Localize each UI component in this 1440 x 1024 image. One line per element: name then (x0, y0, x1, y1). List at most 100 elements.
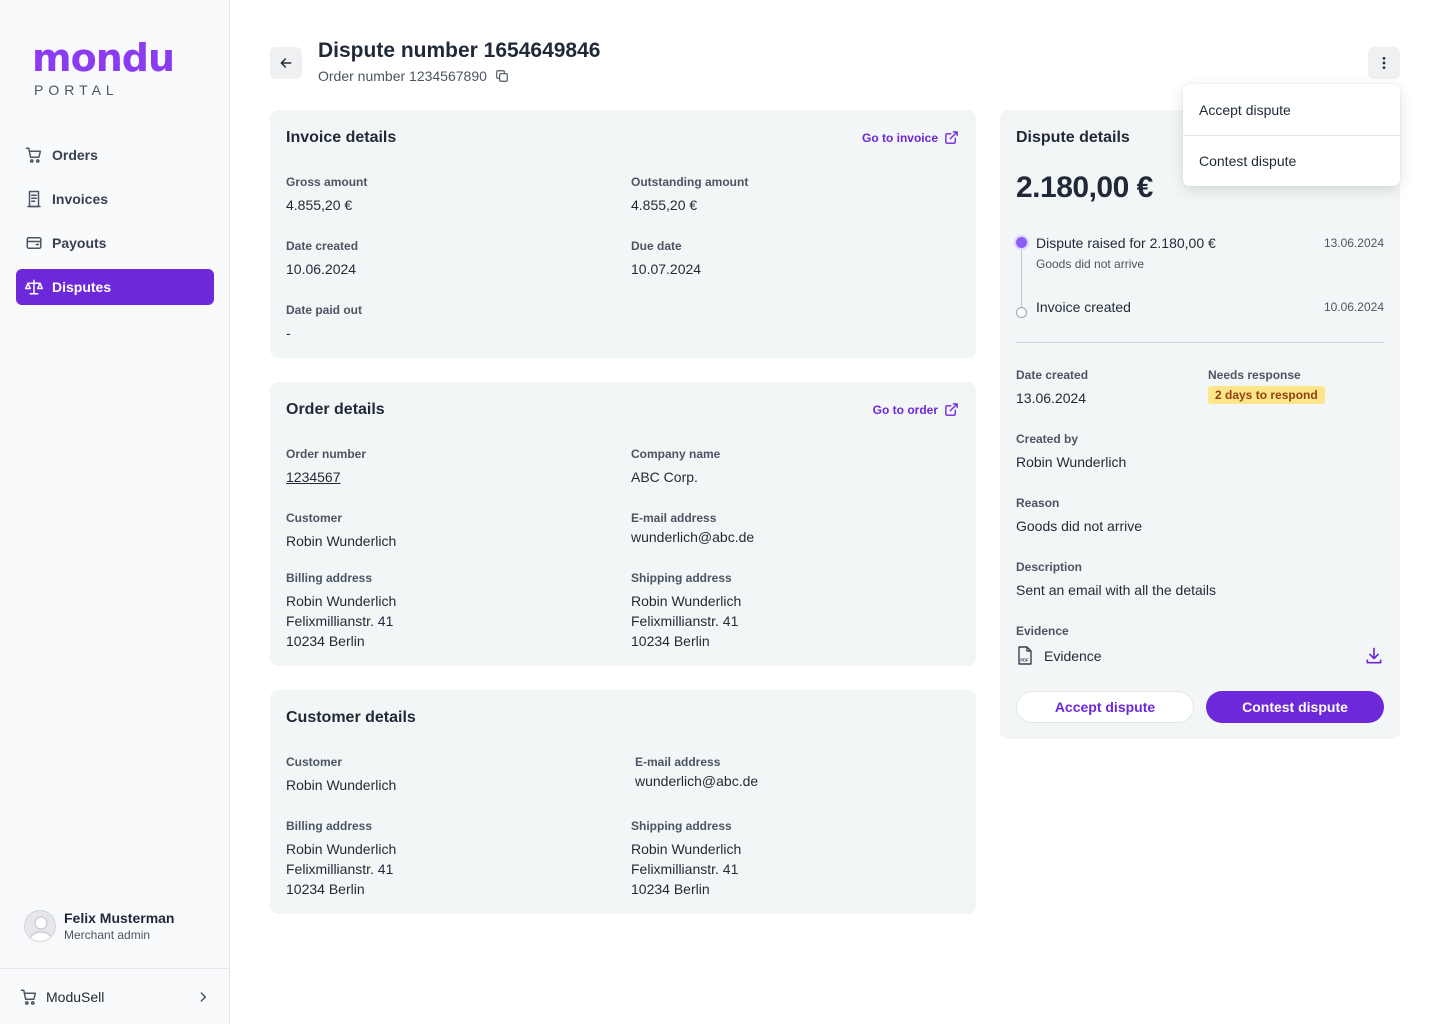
customer-field: Customer Robin Wunderlich (286, 511, 396, 551)
field-label: Evidence (1016, 624, 1069, 638)
field-value: ABC Corp. (631, 469, 698, 485)
go-to-invoice-link[interactable]: Go to invoice (862, 130, 959, 145)
field-value: 10.07.2024 (631, 261, 702, 277)
user-name: Felix Musterman (64, 910, 175, 926)
sidebar-item-payouts[interactable]: Payouts (16, 225, 214, 261)
shipping-address-field: Shipping address Robin Wunderlich Felixm… (631, 819, 741, 899)
sidebar-item-label: Disputes (52, 279, 112, 295)
reason-field: Reason Goods did not arrive (1016, 496, 1142, 536)
field-label: Date created (1016, 368, 1089, 382)
sidebar-item-disputes[interactable]: Disputes (16, 269, 214, 305)
sidebar-item-invoices[interactable]: Invoices (16, 181, 214, 217)
accept-dispute-button[interactable]: Accept dispute (1016, 691, 1194, 723)
pdf-file-icon: PDF (1016, 646, 1034, 666)
date-created-field: Date created 13.06.2024 (1016, 368, 1088, 408)
email-field: E-mail address wunderlich@abc.de (635, 755, 758, 791)
address-line: 10234 Berlin (286, 633, 365, 649)
email-field: E-mail address wunderlich@abc.de (631, 511, 754, 547)
company-name-field: Company name ABC Corp. (631, 447, 720, 487)
field-label: Shipping address (631, 819, 732, 833)
actions-dropdown-menu: Accept dispute Contest dispute (1183, 84, 1400, 186)
cart-icon (25, 146, 43, 164)
field-label: Billing address (286, 819, 373, 833)
field-value: 4.855,20 € (631, 197, 698, 213)
billing-address-field: Billing address Robin Wunderlich Felixmi… (286, 571, 396, 651)
address-line: 10234 Berlin (631, 881, 710, 897)
field-value: Robin Wunderlich (286, 777, 397, 793)
timeline-event-title: Dispute raised for 2.180,00 € (1036, 235, 1216, 251)
created-by-field: Created by Robin Wunderlich (1016, 432, 1126, 472)
field-value: Sent an email with all the details (1016, 582, 1216, 598)
timeline-event-title: Invoice created (1036, 299, 1131, 315)
address-line: Felixmillianstr. 41 (631, 861, 739, 877)
address-line: Felixmillianstr. 41 (286, 861, 394, 877)
address-line: Felixmillianstr. 41 (286, 613, 394, 629)
field-label: Created by (1016, 432, 1079, 446)
address-line: Robin Wunderlich (286, 841, 397, 857)
order-number-link[interactable]: 1234567 (286, 467, 366, 487)
field-label: Billing address (286, 571, 373, 585)
menu-item-accept-dispute[interactable]: Accept dispute (1183, 84, 1400, 135)
download-icon[interactable] (1364, 646, 1384, 666)
field-label: Due date (631, 239, 682, 253)
address-line: Robin Wunderlich (631, 593, 742, 609)
evidence-file-name: Evidence (1044, 648, 1102, 664)
svg-text:PDF: PDF (1020, 658, 1029, 663)
field-label: E-mail address (635, 755, 721, 769)
mondusell-link[interactable]: ModuSell (0, 968, 230, 1024)
back-button[interactable] (270, 47, 302, 79)
dispute-amount: 2.180,00 € (1016, 171, 1153, 204)
gross-amount-field: Gross amount 4.855,20 € (286, 175, 367, 215)
field-value: 10.06.2024 (286, 261, 357, 277)
field-value: wunderlich@abc.de (635, 773, 759, 789)
order-number-field: Order number 1234567 (286, 447, 366, 487)
address-line: Robin Wunderlich (631, 841, 742, 857)
field-value: Goods did not arrive (1016, 518, 1143, 534)
order-details-card: Order details Go to order Order number 1… (270, 382, 976, 666)
field-label: Customer (286, 511, 343, 525)
more-vertical-icon (1376, 55, 1392, 71)
more-actions-button[interactable] (1368, 47, 1400, 79)
address-block: Robin Wunderlich Felixmillianstr. 41 102… (631, 839, 741, 899)
field-label: Outstanding amount (631, 175, 749, 189)
field-label: Order number (286, 447, 367, 461)
sidebar-item-label: Orders (52, 147, 98, 163)
field-value: - (286, 325, 291, 341)
evidence-file-row[interactable]: PDF Evidence (1016, 646, 1384, 666)
address-line: 10234 Berlin (286, 881, 365, 897)
page-title: Dispute number 1654649846 (318, 39, 601, 62)
dispute-details-card: Dispute details 2.180,00 € Dispute raise… (1000, 110, 1400, 739)
order-number-text: Order number 1234567890 (318, 68, 487, 84)
logo-wordmark: mondu (32, 36, 175, 80)
field-label: E-mail address (631, 511, 717, 525)
status-badge: 2 days to respond (1208, 386, 1325, 404)
sidebar-item-orders[interactable]: Orders (16, 137, 214, 173)
address-line: 10234 Berlin (631, 633, 710, 649)
logo[interactable]: mondu PORTAL (32, 36, 175, 98)
page-subtitle: Order number 1234567890 (318, 68, 509, 84)
timeline-event-date: 10.06.2024 (1323, 300, 1384, 314)
field-value: Robin Wunderlich (286, 533, 397, 549)
field-label: Company name (631, 447, 721, 461)
copy-icon[interactable] (495, 69, 509, 83)
timeline-dot-active (1016, 237, 1027, 248)
address-line: Robin Wunderlich (286, 593, 397, 609)
timeline-dot (1016, 307, 1027, 318)
date-created-field: Date created 10.06.2024 (286, 239, 358, 279)
field-label: Date paid out (286, 303, 363, 317)
invoice-details-card: Invoice details Go to invoice Gross amou… (270, 110, 976, 358)
contest-dispute-button[interactable]: Contest dispute (1206, 691, 1384, 723)
field-label: Customer (286, 755, 343, 769)
customer-field: Customer Robin Wunderlich (286, 755, 396, 795)
user-profile[interactable]: Felix Musterman Merchant admin (24, 910, 174, 942)
field-label: Shipping address (631, 571, 732, 585)
go-to-order-link[interactable]: Go to order (873, 402, 959, 417)
sidebar: mondu PORTAL Orders Invoices Payouts Dis… (0, 0, 230, 1024)
timeline-connector (1021, 246, 1022, 308)
sidebar-item-label: Invoices (52, 191, 109, 207)
timeline-event-subtitle: Goods did not arrive (1036, 257, 1145, 271)
menu-item-contest-dispute[interactable]: Contest dispute (1183, 135, 1400, 186)
wallet-icon (25, 234, 43, 252)
address-block: Robin Wunderlich Felixmillianstr. 41 102… (631, 591, 741, 651)
invoice-icon (25, 190, 43, 208)
